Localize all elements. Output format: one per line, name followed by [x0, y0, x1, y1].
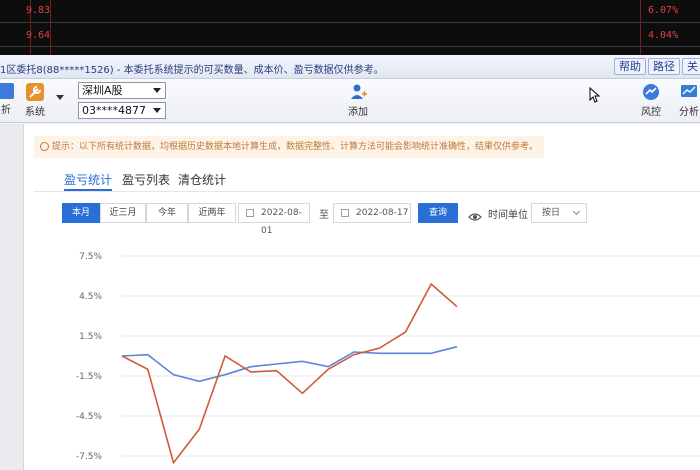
add-button[interactable]: 添加 — [342, 83, 374, 118]
left-partial-tool[interactable]: 折 — [0, 83, 16, 116]
y-tick-label: -7.5% — [76, 452, 103, 462]
ticker-pct-2: 4.04% — [648, 30, 679, 41]
add-label: 添加 — [348, 107, 368, 118]
ticker-price-1: 9.83 — [26, 5, 51, 16]
profit-chart: 7.5% 4.5% 1.5% -1.5% -4.5% -7.5% — [76, 252, 700, 465]
left-sidebar — [0, 124, 24, 470]
analysis-button[interactable]: 分析 — [674, 83, 700, 118]
title-bar: 1区委托8(88*****1526) - 本委托系统提示的可买数量、成本价、盈亏… — [0, 55, 700, 79]
risk-control-button[interactable]: 风控 — [638, 83, 664, 118]
ticker-price-2: 9.64 — [26, 30, 51, 41]
y-tick-label: 1.5% — [79, 332, 102, 342]
y-tick-label: 7.5% — [79, 252, 102, 262]
risk-control-label: 风控 — [641, 107, 661, 118]
mouse-cursor-icon — [589, 86, 601, 107]
ticker-pct-1: 6.07% — [648, 5, 679, 16]
market-select[interactable]: 深圳A股 — [78, 82, 166, 99]
system-dropdown-arrow[interactable] — [56, 95, 64, 100]
account-select-value: 03****4877 — [82, 104, 146, 117]
left-partial-label: 折 — [1, 105, 11, 116]
close-button[interactable]: 关 — [682, 58, 700, 75]
help-button[interactable]: 帮助 — [614, 58, 646, 75]
system-label: 系统 — [25, 107, 45, 118]
tool-icon — [0, 83, 14, 99]
chevron-down-icon — [153, 88, 161, 93]
y-tick-label: -4.5% — [76, 412, 103, 422]
path-button[interactable]: 路径 — [648, 58, 680, 75]
wrench-icon — [26, 83, 44, 101]
y-tick-label: 4.5% — [79, 292, 102, 302]
analysis-label: 分析 — [679, 107, 699, 118]
y-tick-label: -1.5% — [76, 372, 103, 382]
analysis-icon — [680, 83, 698, 101]
risk-control-icon — [642, 83, 660, 101]
add-user-icon — [349, 83, 367, 101]
screen: { "ticker": { "rows": [ {"left": "9.83",… — [0, 0, 700, 470]
system-tool[interactable]: 系统 — [20, 83, 50, 118]
window-title: 1区委托8(88*****1526) - 本委托系统提示的可买数量、成本价、盈亏… — [0, 65, 384, 76]
background-ticker: 9.83 9.64 6.07% 4.04% — [0, 0, 700, 58]
toolbar: 折 系统 深圳A股 03****4877 添加 风控 分析 — [0, 79, 700, 123]
market-select-value: 深圳A股 — [82, 84, 123, 97]
account-select[interactable]: 03****4877 — [78, 102, 166, 119]
chevron-down-icon — [153, 108, 161, 113]
